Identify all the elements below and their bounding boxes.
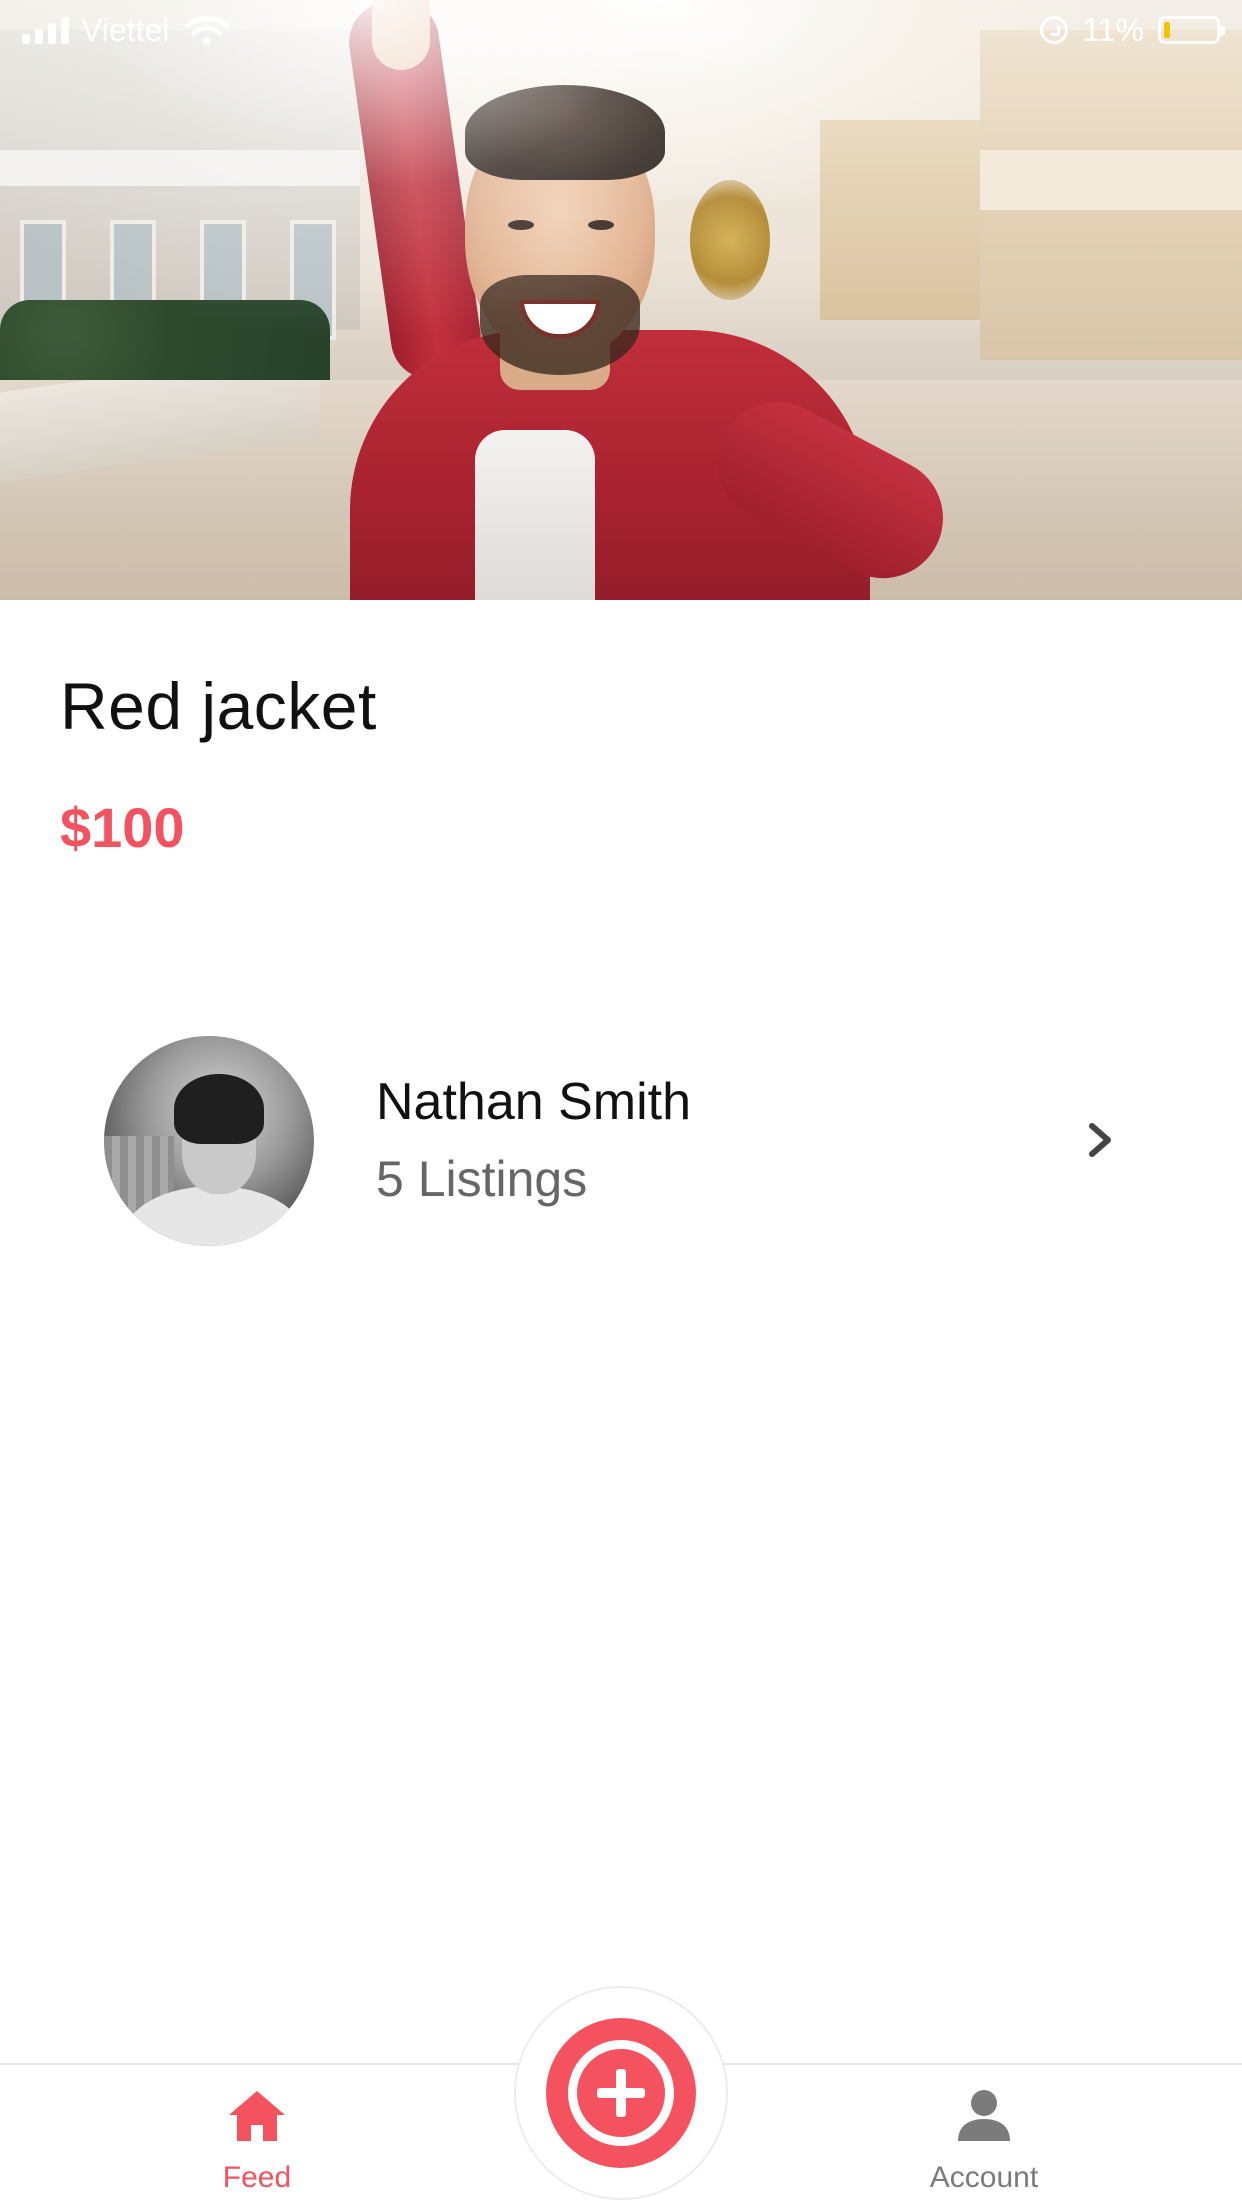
orientation-lock-icon [1040, 16, 1069, 44]
listing-price: $100 [60, 796, 185, 859]
photo-hedge [0, 300, 330, 380]
tab-feed-label: Feed [222, 2161, 292, 2194]
tab-account-label: Account [929, 2161, 1039, 2194]
tab-account[interactable]: Account [884, 2085, 1084, 2208]
seller-name: Nathan Smith [376, 1073, 692, 1131]
photo-eye [588, 220, 614, 230]
photo-person [330, 0, 965, 600]
status-right: 11% [1040, 11, 1225, 49]
battery-percent: 11% [1082, 11, 1144, 48]
battery-level [1164, 22, 1170, 38]
carrier-name: Viettel [81, 11, 170, 48]
photo-eye [508, 220, 534, 230]
status-bar: Viettel 11% [0, 0, 1242, 60]
chevron-right-icon[interactable] [1080, 1120, 1120, 1160]
listing-title: Red jacket [60, 669, 377, 743]
product-photo[interactable] [0, 0, 1242, 600]
photo-building-left [0, 30, 360, 340]
photo-hair [465, 85, 665, 180]
seller-listings-count: 5 Listings [376, 1151, 588, 1207]
photo-white-shirt [475, 430, 595, 600]
plus-icon [568, 2040, 674, 2146]
photo-balcony [980, 150, 1242, 210]
wifi-icon [185, 16, 230, 45]
photo-awning [0, 150, 360, 190]
tab-feed[interactable]: Feed [157, 2085, 357, 2208]
avatar[interactable] [104, 1036, 314, 1246]
avatar-hair [174, 1074, 264, 1144]
person-icon [958, 2090, 1010, 2141]
home-icon [229, 2091, 285, 2141]
add-listing-button[interactable] [546, 2018, 696, 2168]
battery-icon [1158, 16, 1225, 44]
photo-building-right [980, 30, 1242, 360]
seller-row[interactable]: Nathan Smith 5 Listings [0, 1030, 1242, 1250]
signal-bars-icon [22, 16, 69, 44]
